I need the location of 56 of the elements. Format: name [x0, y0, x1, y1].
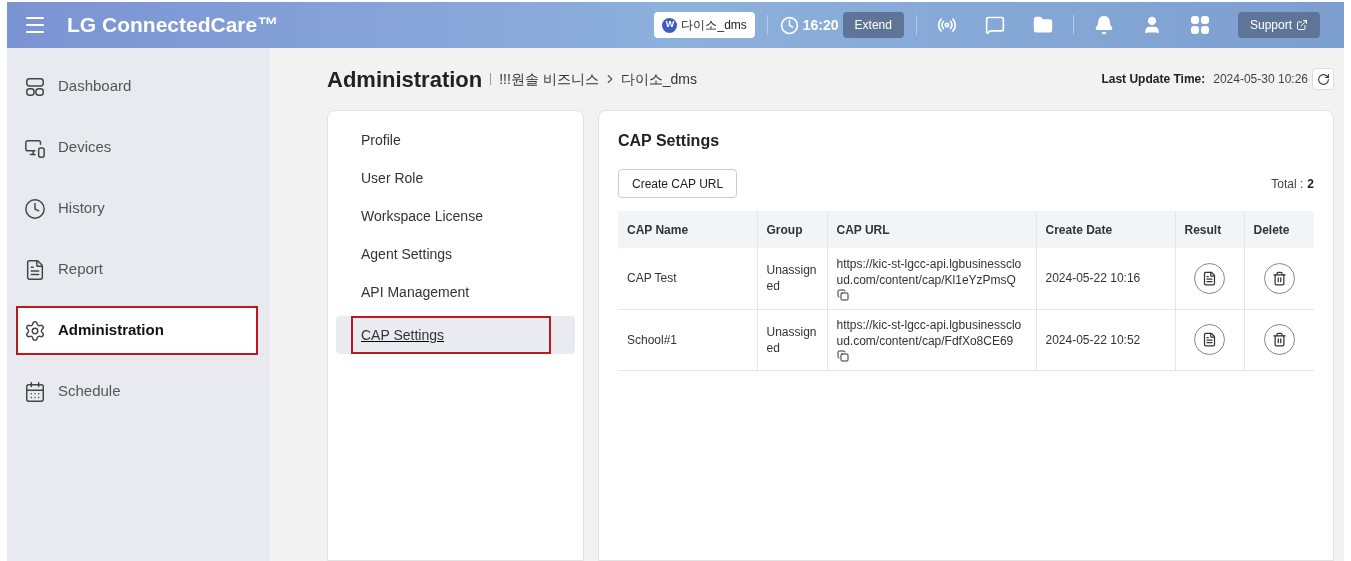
refresh-button[interactable]: [1312, 68, 1334, 90]
column-header: CAP Name: [618, 211, 757, 248]
sidebar-item[interactable]: Devices: [16, 123, 258, 172]
document-icon: [1202, 270, 1217, 286]
page-title: Administration: [327, 65, 483, 94]
last-update-label: Last Update Time:: [1101, 71, 1206, 88]
copy-icon[interactable]: [836, 288, 849, 301]
document-icon: [1202, 332, 1217, 347]
session-time: 16:20: [802, 15, 839, 35]
breadcrumb-item[interactable]: !!!원솔 비즈니스: [499, 68, 599, 90]
submenu-item[interactable]: CAP Settings: [336, 316, 575, 354]
cap-url: https://kic-st-lgcc-api.lgbusinesscloud.com/content/cap/FdfXo8CE69: [836, 317, 1023, 349]
document-icon: [24, 258, 46, 281]
workspace-badge: W: [662, 17, 678, 33]
submenu-item[interactable]: Agent Settings: [336, 240, 575, 268]
submenu-item[interactable]: Workspace License: [336, 202, 575, 230]
workspace-chip[interactable]: W 다이소_dms: [654, 12, 755, 38]
support-button[interactable]: Support: [1237, 12, 1320, 38]
submenu-item[interactable]: User Role: [336, 164, 575, 192]
total-count: Total : 2: [1271, 175, 1314, 193]
table-cell: CAP Test: [618, 248, 757, 309]
copy-icon[interactable]: [836, 350, 849, 362]
submenu-item[interactable]: API Management: [336, 278, 575, 306]
column-header: Group: [757, 211, 827, 248]
submenu-item[interactable]: Profile: [336, 126, 575, 154]
trash-icon: [1271, 270, 1287, 286]
sidebar-item[interactable]: Dashboard: [16, 62, 258, 111]
sidebar-item[interactable]: Schedule: [16, 367, 258, 416]
cap-url: https://kic-st-lgcc-api.lgbusinesscloud.com/content/cap/Kl1eYzPmsQ: [836, 255, 1023, 288]
clock-icon: [24, 197, 46, 220]
column-header: Create Date: [1036, 211, 1175, 248]
table-cell: 2024-05-22 10:52: [1036, 309, 1175, 370]
dashboard-icon: [24, 75, 46, 98]
panel-title: CAP Settings: [618, 131, 721, 151]
refresh-icon: [1316, 72, 1330, 86]
extend-button[interactable]: Extend: [842, 12, 904, 38]
workspace-name: 다이소_dms: [681, 17, 747, 34]
column-header: CAP URL: [827, 211, 1036, 248]
breadcrumb-item[interactable]: 다이소_dms: [620, 68, 698, 90]
sidebar-item[interactable]: Report: [16, 245, 258, 294]
settings-icon: [24, 319, 46, 342]
clock-icon: [779, 15, 799, 35]
apps-icon[interactable]: [1189, 15, 1210, 35]
external-link-icon: [1296, 19, 1308, 31]
table-cell: School#1: [618, 309, 757, 370]
calendar-icon: [24, 380, 46, 403]
create-cap-url-button[interactable]: Create CAP URL: [618, 169, 738, 198]
table-cell: Unassigned: [757, 248, 827, 309]
sidebar-item[interactable]: History: [16, 184, 258, 233]
column-header: Result: [1175, 211, 1244, 248]
table-cell: 2024-05-22 10:16: [1036, 248, 1175, 309]
column-header: Delete: [1244, 211, 1314, 248]
trash-icon: [1271, 332, 1287, 347]
table-cell: Unassigned: [757, 309, 827, 370]
sidebar-item[interactable]: Administration: [16, 306, 258, 355]
last-update-value: 2024-05-30 10:26: [1213, 71, 1308, 88]
